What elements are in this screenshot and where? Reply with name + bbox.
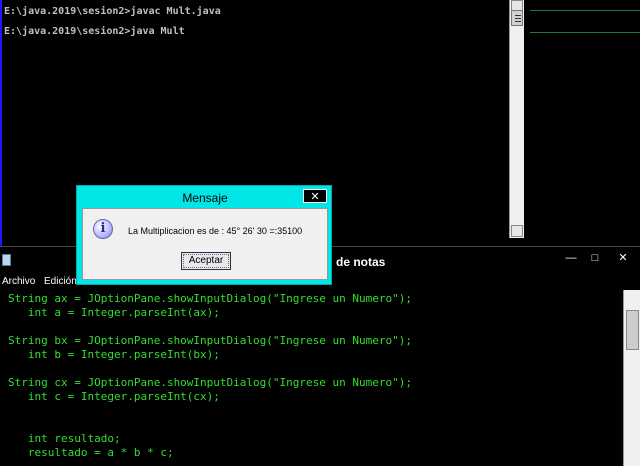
console-line-1: E:\java.2019\sesion2>javac Mult.java — [4, 6, 221, 17]
code-line: int resultado; — [8, 432, 121, 445]
code-line: resultado = a * b * c; — [8, 446, 174, 459]
message-dialog: Mensaje ✕ i La Multiplicacion es de : 45… — [76, 185, 332, 285]
console-border — [0, 0, 2, 246]
notepad-title: de notas — [336, 255, 386, 269]
background-window — [524, 0, 640, 246]
dialog-title: Mensaje — [182, 191, 228, 205]
code-line: String bx = JOptionPane.showInputDialog(… — [8, 334, 412, 347]
console-scroll-thumb[interactable] — [511, 10, 523, 26]
code-line: int a = Integer.parseInt(ax); — [8, 306, 220, 319]
divider-line — [530, 10, 640, 11]
notepad-icon — [2, 254, 11, 266]
menu-edicion[interactable]: Edición — [44, 276, 77, 287]
code-line: String cx = JOptionPane.showInputDialog(… — [8, 376, 412, 389]
info-icon: i — [93, 219, 113, 239]
menu-archivo[interactable]: Archivo — [2, 276, 35, 287]
scroll-down-button[interactable] — [511, 225, 523, 237]
maximize-button[interactable]: □ — [584, 251, 606, 265]
code-line: int b = Integer.parseInt(bx); — [8, 348, 220, 361]
editor-scroll-thumb[interactable] — [626, 310, 639, 350]
console-scrollbar[interactable] — [509, 0, 524, 238]
dialog-message: La Multiplicacion es de : 45° 26' 30 =:3… — [128, 226, 303, 236]
code-line: String ax = JOptionPane.showInputDialog(… — [8, 292, 412, 305]
minimize-button[interactable]: — — [560, 251, 582, 265]
divider-line — [530, 32, 640, 33]
dialog-body: i La Multiplicacion es de : 45° 26' 30 =… — [82, 208, 328, 280]
editor-scrollbar[interactable] — [623, 290, 640, 466]
code-line: int c = Integer.parseInt(cx); — [8, 390, 220, 403]
accept-button[interactable]: Aceptar — [181, 252, 231, 270]
text-editor[interactable]: String ax = JOptionPane.showInputDialog(… — [0, 290, 623, 466]
dialog-close-button[interactable]: ✕ — [303, 189, 327, 203]
console-line-2: E:\java.2019\sesion2>java Mult — [4, 26, 185, 37]
close-button[interactable]: ✕ — [612, 251, 634, 265]
